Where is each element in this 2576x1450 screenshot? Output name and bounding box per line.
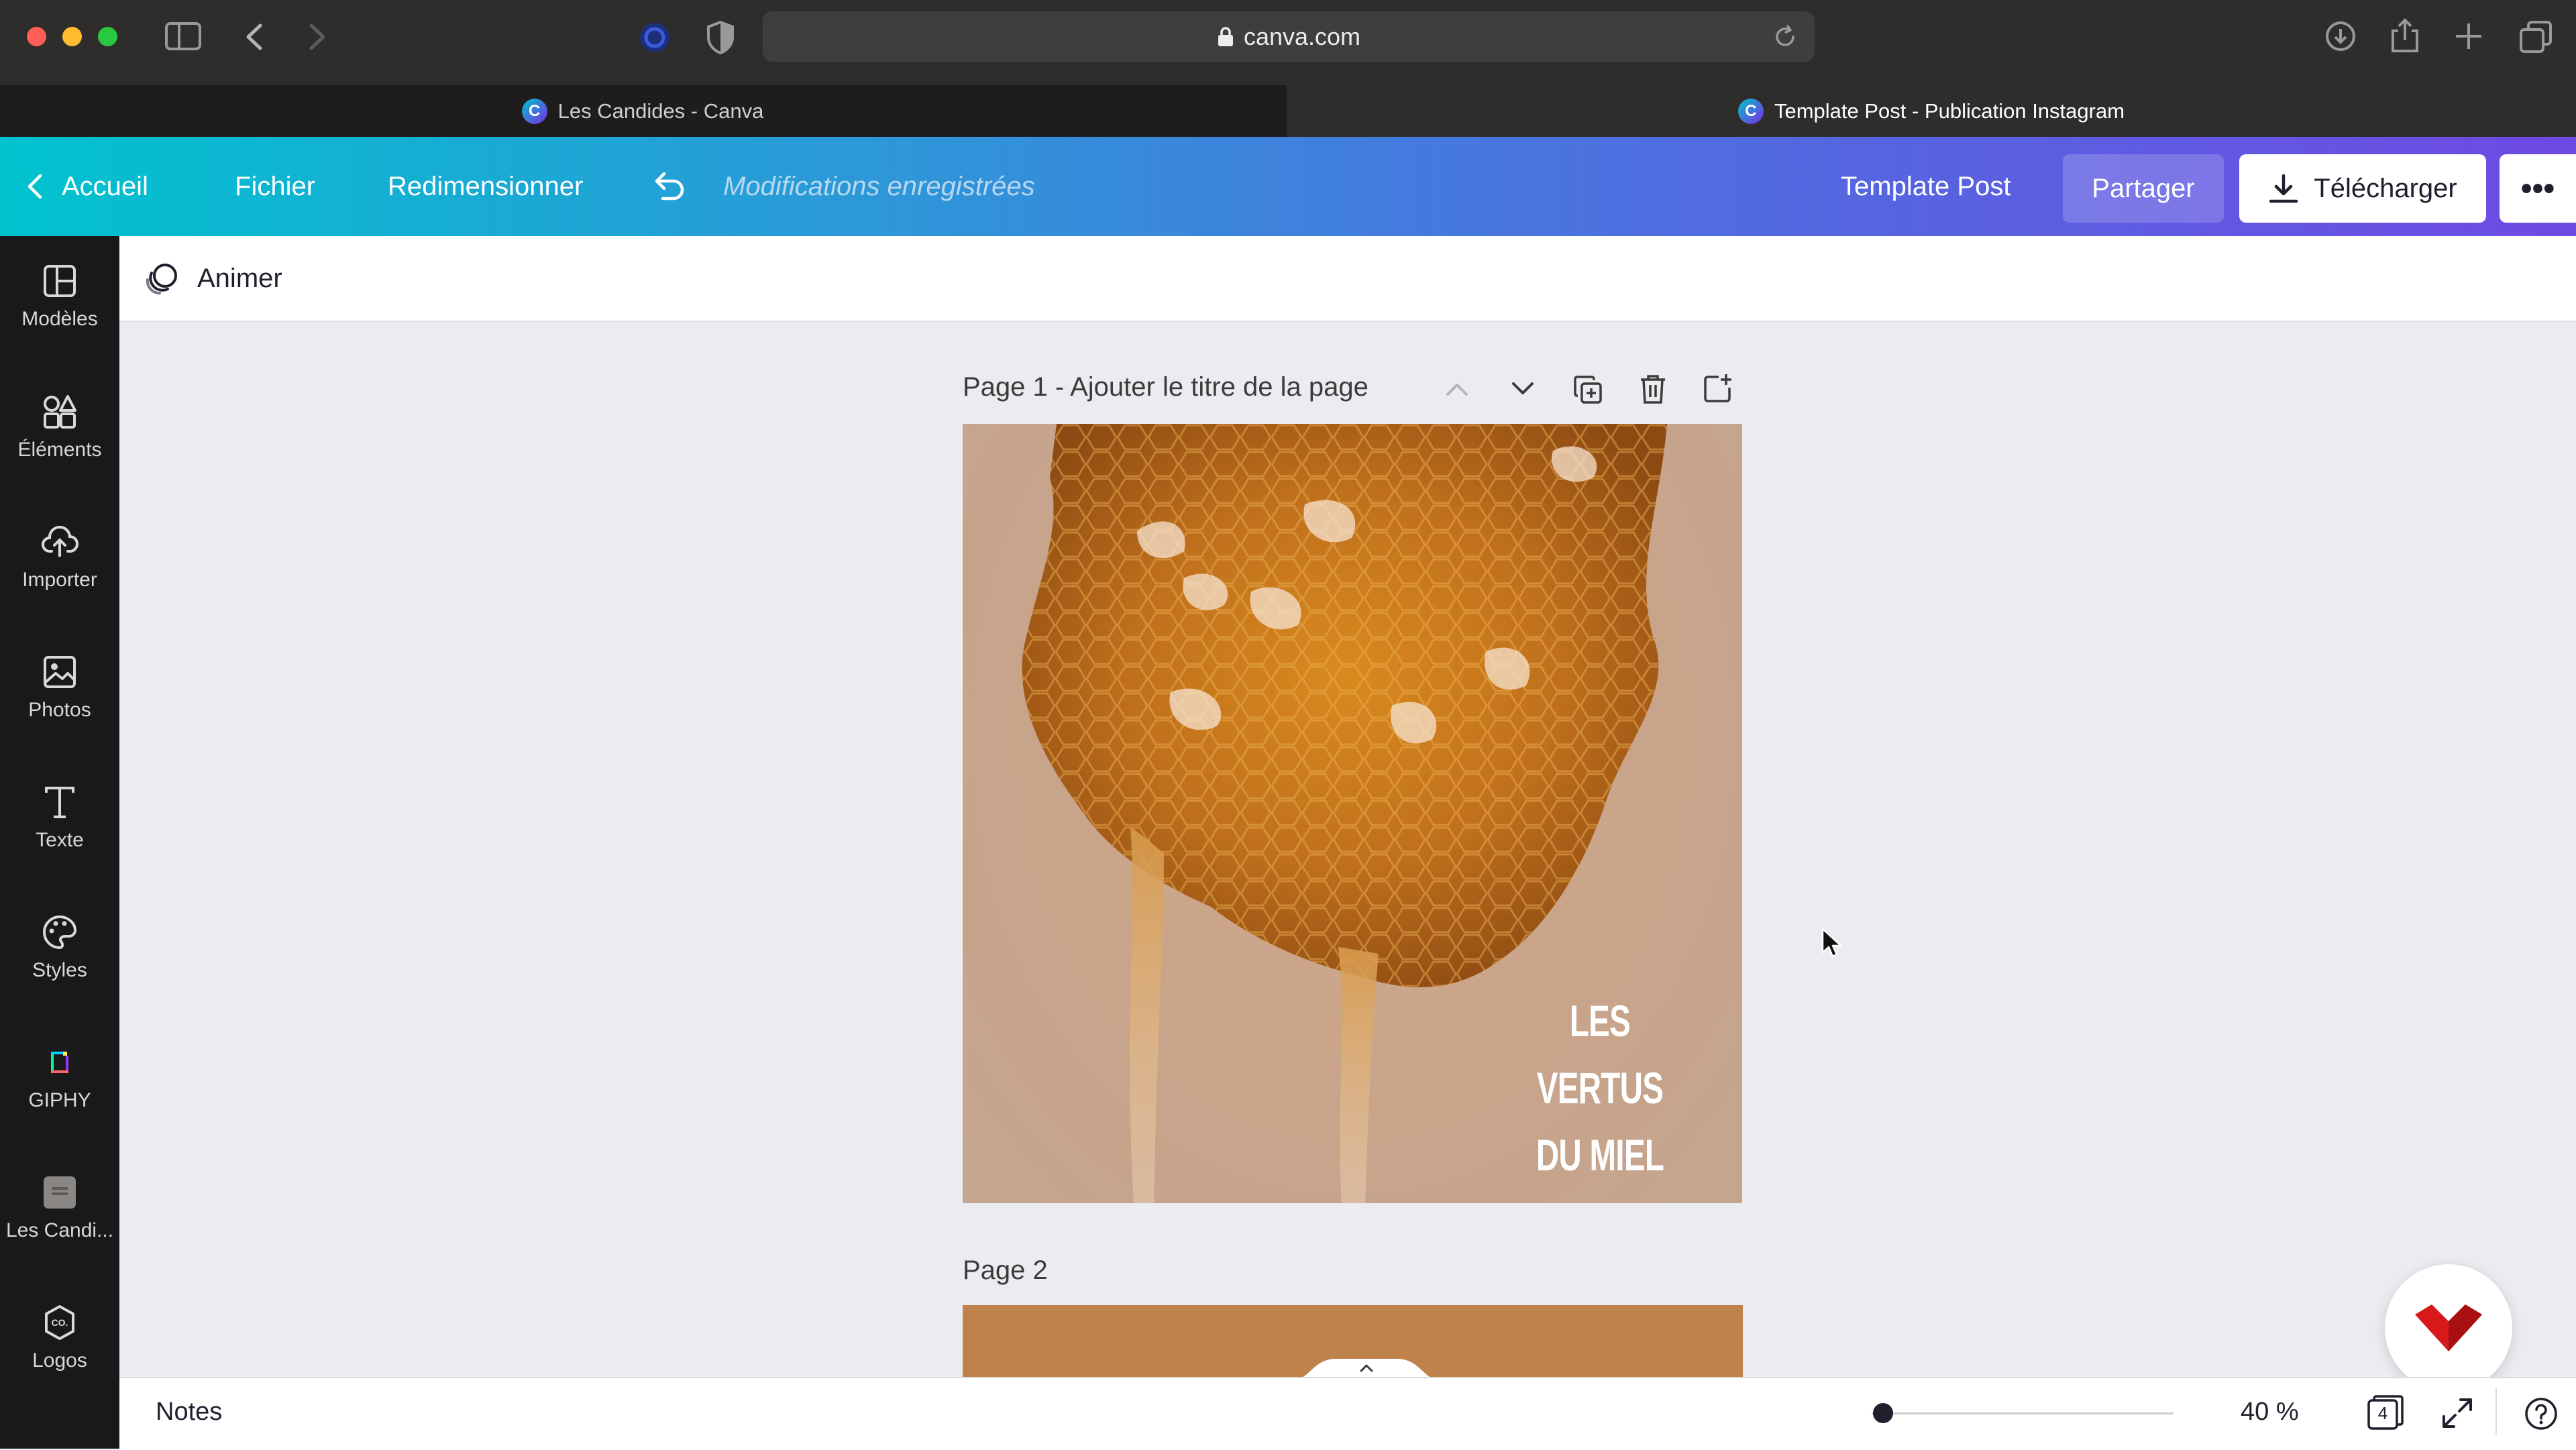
sidebar-item-label: Modèles: [21, 308, 98, 330]
sidebar-item-upload[interactable]: Importer: [0, 497, 119, 618]
back-icon[interactable]: [244, 23, 264, 51]
pages-drawer-toggle[interactable]: [1296, 1356, 1437, 1379]
sidebar-item-label: GIPHY: [28, 1089, 91, 1111]
sidebar-item-text[interactable]: Texte: [0, 757, 119, 878]
page-count: 4: [2377, 1403, 2388, 1423]
logos-icon: CO.: [45, 1305, 74, 1340]
sidebar-item-label: Styles: [32, 959, 87, 981]
title-line-2: DU MIEL: [1536, 1130, 1664, 1180]
new-tab-icon[interactable]: [2454, 21, 2483, 51]
fullscreen-icon[interactable]: [2440, 1396, 2474, 1430]
folder-icon: [44, 1176, 76, 1209]
sidebar-item-giphy[interactable]: GIPHY: [0, 1017, 119, 1138]
delete-page-icon[interactable]: [1638, 373, 1668, 405]
svg-text:CO.: CO.: [52, 1317, 68, 1328]
upload-icon: [42, 525, 78, 557]
download-button[interactable]: Télécharger: [2239, 154, 2486, 223]
share-button[interactable]: Partager: [2063, 154, 2224, 223]
zoom-slider-track[interactable]: [1872, 1412, 2174, 1414]
file-menu-button[interactable]: Fichier: [235, 137, 315, 236]
privacy-shield-icon[interactable]: [706, 20, 735, 55]
close-window-button[interactable]: [27, 27, 46, 46]
title-text-block[interactable]: LES VERTUS DU MIEL: [1518, 987, 1682, 1188]
animate-button[interactable]: Animer: [144, 236, 282, 321]
sidebar-item-logos[interactable]: CO. Logos: [0, 1278, 119, 1398]
download-icon: [2269, 174, 2298, 203]
help-icon[interactable]: [2524, 1396, 2559, 1431]
more-dots-icon: •••: [2520, 170, 2555, 207]
sidebar-item-photos[interactable]: Photos: [0, 627, 119, 748]
text-icon: [45, 787, 74, 818]
duplicate-page-icon[interactable]: [1572, 374, 1603, 405]
document-title[interactable]: Template Post: [1841, 137, 2010, 236]
footer-divider: [2496, 1388, 2497, 1435]
url-text: canva.com: [1243, 22, 1361, 50]
animate-label: Animer: [197, 263, 282, 293]
home-button[interactable]: Accueil: [27, 137, 148, 236]
sidebar-item-label: Logos: [32, 1349, 87, 1372]
browser-toolbar: canva.com: [0, 0, 2576, 85]
canva-favicon-icon: C: [1737, 98, 1764, 124]
page-grid-button[interactable]: 4: [2366, 1395, 2404, 1430]
context-toolbar: [119, 236, 2576, 322]
giphy-icon: [45, 1046, 74, 1078]
reload-icon[interactable]: [1773, 25, 1797, 49]
animate-icon: [146, 264, 177, 295]
tab-label: Les Candides - Canva: [557, 99, 764, 123]
share-sheet-icon[interactable]: [2390, 17, 2420, 54]
home-label: Accueil: [62, 171, 148, 201]
sidebar-item-label: Les Candi...: [5, 1219, 114, 1241]
sidebar-item-label: Texte: [36, 829, 84, 851]
help-assistant-badge[interactable]: [2385, 1264, 2512, 1392]
chevron-down-icon[interactable]: [1509, 380, 1536, 398]
save-status: Modifications enregistrées: [723, 171, 1035, 201]
resize-button[interactable]: Redimensionner: [388, 137, 583, 236]
elements-icon: [44, 395, 76, 429]
sidebar-item-elements[interactable]: Éléments: [0, 367, 119, 488]
notes-button[interactable]: Notes: [156, 1398, 222, 1427]
canva-favicon-icon: C: [521, 98, 547, 124]
sidebar-item-label: Éléments: [17, 439, 102, 461]
sidebar-item-label: Photos: [28, 699, 91, 721]
more-options-button[interactable]: •••: [2500, 154, 2576, 223]
photos-icon: [44, 656, 76, 688]
lock-icon: [1218, 26, 1233, 46]
sidebar-item-templates[interactable]: Modèles: [0, 236, 119, 357]
tab-overview-icon[interactable]: [2519, 20, 2553, 54]
forward-icon[interactable]: [307, 23, 327, 51]
maximize-window-button[interactable]: [98, 27, 117, 46]
sidebar-item-label: Importer: [22, 569, 97, 591]
tab-label: Template Post - Publication Instagram: [1774, 99, 2125, 123]
address-bar[interactable]: canva.com: [763, 11, 1815, 62]
extension-icon[interactable]: [637, 20, 672, 55]
brand-logo-icon: [2415, 1304, 2482, 1351]
mouse-cursor-icon: [1821, 928, 1842, 958]
templates-icon: [44, 265, 76, 297]
add-page-icon[interactable]: [1703, 373, 1733, 404]
zoom-level[interactable]: 40 %: [2241, 1398, 2299, 1427]
tab-bar: C Les Candides - Canva C Template Post -…: [0, 85, 2576, 137]
sidebar-toggle-icon[interactable]: [164, 21, 202, 51]
title-line-1: LES VERTUS: [1536, 996, 1664, 1113]
chevron-up-icon[interactable]: [1444, 380, 1470, 398]
palette-icon: [43, 915, 77, 950]
tab-template-post[interactable]: C Template Post - Publication Instagram: [1287, 85, 2576, 137]
minimize-window-button[interactable]: [62, 27, 82, 46]
downloads-icon[interactable]: [2324, 20, 2357, 52]
download-label: Télécharger: [2314, 173, 2457, 203]
page-1-title[interactable]: Page 1 - Ajouter le titre de la page: [963, 372, 1368, 402]
editor-header: Accueil Fichier Redimensionner Modificat…: [0, 137, 2576, 236]
chevron-left-icon: [28, 174, 42, 199]
page-2-title[interactable]: Page 2: [963, 1256, 1048, 1286]
sidebar-item-styles[interactable]: Styles: [0, 887, 119, 1008]
editor-footer: [119, 1377, 2576, 1450]
sidebar-item-folder[interactable]: Les Candi...: [0, 1148, 119, 1268]
zoom-slider-handle[interactable]: [1873, 1403, 1893, 1423]
tab-les-candides[interactable]: C Les Candides - Canva: [0, 85, 1285, 137]
undo-icon[interactable]: [649, 170, 686, 201]
page-1-canvas[interactable]: LES VERTUS DU MIEL: [963, 424, 1742, 1203]
side-panel: Modèles Éléments Importer Photos Texte S…: [0, 236, 119, 1449]
